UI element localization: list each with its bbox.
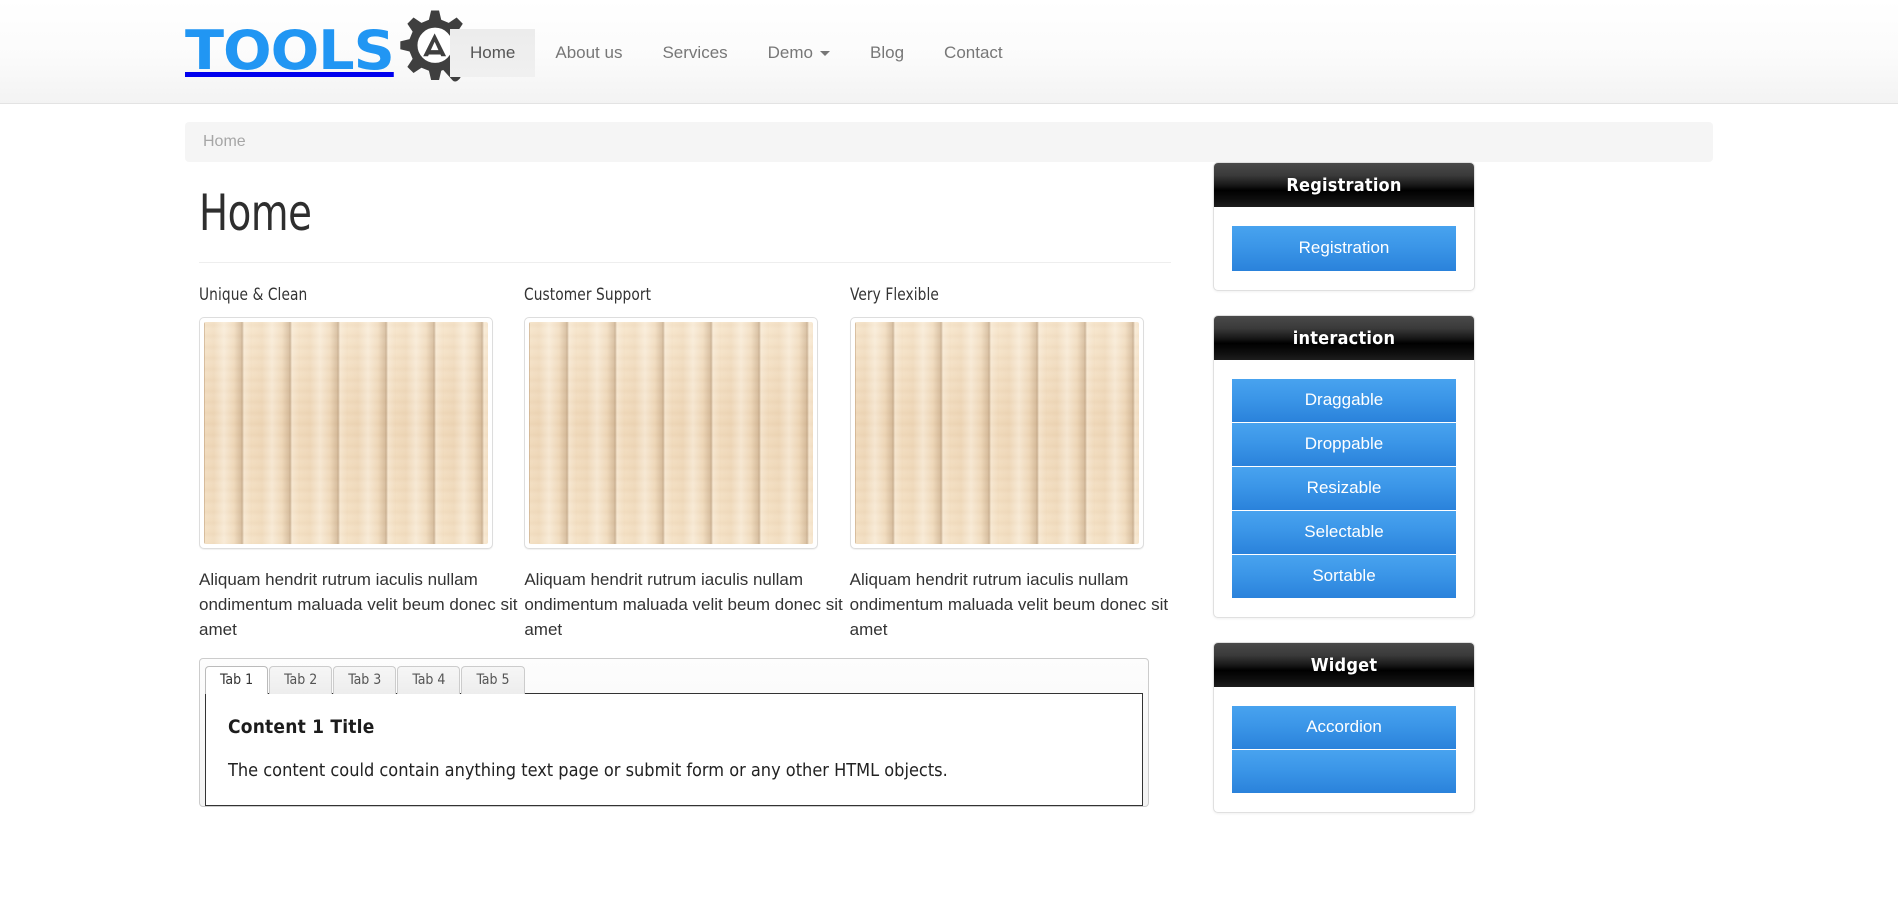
sidebar: Registration Registration interaction Dr…: [1199, 162, 1489, 837]
tab-5[interactable]: Tab 5: [461, 666, 524, 694]
tab-3[interactable]: Tab 3: [333, 666, 396, 694]
chevron-down-icon: [820, 51, 830, 56]
resizable-button[interactable]: Resizable: [1232, 466, 1456, 510]
panel-title: interaction: [1214, 316, 1474, 360]
feature-card: Very Flexible Aliquam hendrit rutrum iac…: [850, 285, 1171, 642]
nav-label: Home: [470, 43, 515, 63]
feature-heading: Customer Support: [524, 285, 813, 305]
tab-content-body: The content could contain anything text …: [228, 760, 1120, 781]
feature-heading: Very Flexible: [850, 285, 1139, 305]
nav-item-demo[interactable]: Demo: [748, 29, 850, 77]
wood-plank-texture-image: [204, 322, 488, 544]
feature-text: Aliquam hendrit rutrum iaculis nullam on…: [524, 567, 845, 642]
main-navigation: Home About us Services Demo Blog Contact: [450, 29, 1023, 77]
tabs-widget: Tab 1 Tab 2 Tab 3 Tab 4 Tab 5 Content 1 …: [199, 658, 1149, 807]
draggable-button[interactable]: Draggable: [1232, 379, 1456, 422]
breadcrumb: Home: [185, 122, 1713, 162]
nav-label: Services: [662, 43, 727, 63]
title-divider: [199, 262, 1171, 263]
feature-thumbnail[interactable]: [850, 317, 1144, 549]
panel-body: Draggable Droppable Resizable Selectable…: [1214, 360, 1474, 617]
panel-registration: Registration Registration: [1213, 162, 1475, 291]
widget-button-partial[interactable]: [1232, 749, 1456, 793]
feature-thumbnail[interactable]: [199, 317, 493, 549]
main-content: Home Unique & Clean Aliquam hendrit rutr…: [185, 162, 1185, 807]
tab-1[interactable]: Tab 1: [205, 666, 268, 694]
breadcrumb-item-home[interactable]: Home: [203, 133, 246, 151]
nav-label: Demo: [768, 43, 813, 63]
nav-label: About us: [555, 43, 622, 63]
brand-logo-link[interactable]: TOOLS: [185, 8, 476, 94]
droppable-button[interactable]: Droppable: [1232, 422, 1456, 466]
feature-text: Aliquam hendrit rutrum iaculis nullam on…: [199, 567, 520, 642]
nav-item-blog[interactable]: Blog: [850, 29, 924, 77]
panel-body: Accordion: [1214, 687, 1474, 812]
panel-interaction: interaction Draggable Droppable Resizabl…: [1213, 315, 1475, 618]
panel-body: Registration: [1214, 207, 1474, 290]
tabs-navigation: Tab 1 Tab 2 Tab 3 Tab 4 Tab 5: [205, 664, 1143, 694]
selectable-button[interactable]: Selectable: [1232, 510, 1456, 554]
nav-item-about-us[interactable]: About us: [535, 29, 642, 77]
wood-plank-texture-image: [529, 322, 813, 544]
feature-card: Customer Support Aliquam hendrit rutrum …: [524, 285, 845, 642]
brand-name: TOOLS: [185, 24, 394, 78]
nav-item-contact[interactable]: Contact: [924, 29, 1023, 77]
nav-label: Blog: [870, 43, 904, 63]
feature-text: Aliquam hendrit rutrum iaculis nullam on…: [850, 567, 1171, 642]
nav-label: Contact: [944, 43, 1003, 63]
tab-2[interactable]: Tab 2: [269, 666, 332, 694]
wood-plank-texture-image: [855, 322, 1139, 544]
nav-item-home[interactable]: Home: [450, 29, 535, 77]
feature-columns: Unique & Clean Aliquam hendrit rutrum ia…: [199, 285, 1171, 642]
accordion-button[interactable]: Accordion: [1232, 706, 1456, 749]
panel-title: Widget: [1214, 643, 1474, 687]
panel-title: Registration: [1214, 163, 1474, 207]
site-header: TOOLS Home About us Services Demo Blog C…: [0, 0, 1898, 104]
nav-item-services[interactable]: Services: [642, 29, 747, 77]
feature-card: Unique & Clean Aliquam hendrit rutrum ia…: [199, 285, 520, 642]
feature-heading: Unique & Clean: [199, 285, 488, 305]
page-title: Home: [199, 184, 1035, 242]
sortable-button[interactable]: Sortable: [1232, 554, 1456, 598]
tab-panel-content: Content 1 Title The content could contai…: [205, 693, 1143, 806]
tab-4[interactable]: Tab 4: [397, 666, 460, 694]
feature-thumbnail[interactable]: [524, 317, 818, 549]
panel-widget: Widget Accordion: [1213, 642, 1475, 813]
tab-content-title: Content 1 Title: [228, 716, 1120, 738]
registration-button[interactable]: Registration: [1232, 226, 1456, 271]
